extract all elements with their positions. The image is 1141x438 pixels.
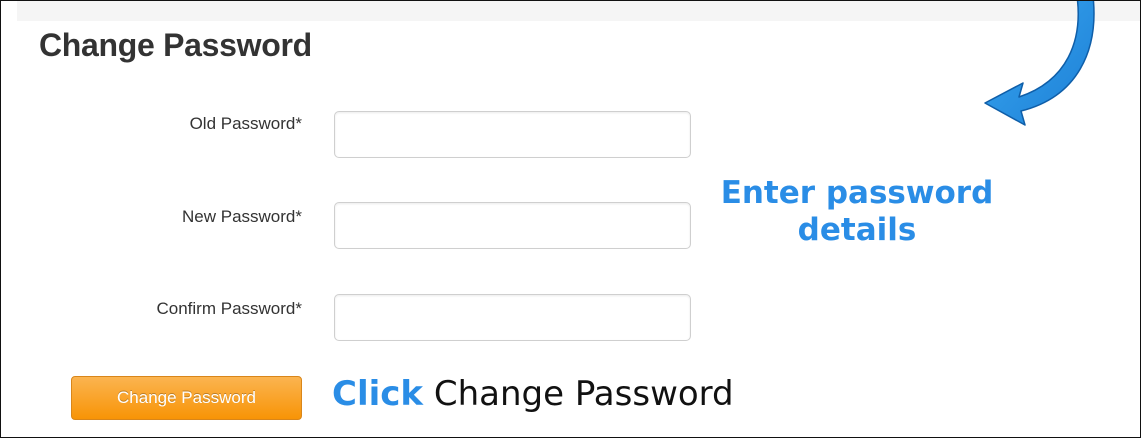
enter-details-annotation: Enter password details xyxy=(720,175,994,248)
new-password-label: New Password* xyxy=(182,207,302,226)
old-password-field[interactable] xyxy=(334,111,691,158)
page-title: Change Password xyxy=(39,27,312,63)
confirm-password-field[interactable] xyxy=(334,294,691,341)
click-instruction-annotation: Click Change Password xyxy=(332,374,734,414)
click-target-text: Change Password xyxy=(433,374,734,414)
new-password-field[interactable] xyxy=(334,202,691,249)
change-password-panel: Change Password Old Password* New Passwo… xyxy=(0,0,1141,438)
old-password-label: Old Password* xyxy=(189,114,302,133)
confirm-password-label: Confirm Password* xyxy=(156,299,303,318)
curved-arrow-icon xyxy=(984,1,1095,126)
change-password-button[interactable]: Change Password xyxy=(71,376,302,420)
panel-header-strip xyxy=(17,1,1140,21)
click-verb: Click xyxy=(332,374,424,414)
